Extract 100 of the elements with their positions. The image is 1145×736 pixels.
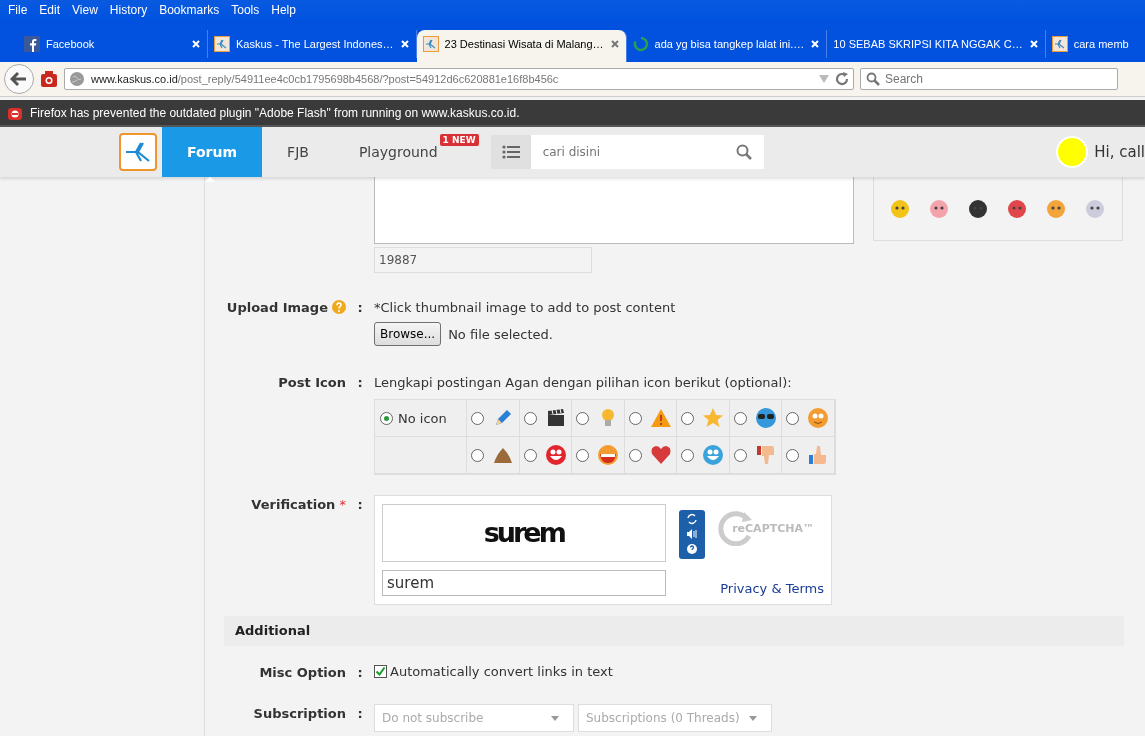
radio-button[interactable] bbox=[576, 411, 589, 425]
help-icon bbox=[332, 300, 346, 314]
avatar bbox=[1056, 136, 1089, 168]
back-button[interactable] bbox=[4, 64, 34, 94]
pointer-arrow bbox=[205, 177, 215, 182]
warning-icon bbox=[649, 407, 672, 429]
list-icon bbox=[501, 145, 520, 159]
menu-item[interactable]: History bbox=[103, 3, 154, 17]
thumbs-up-icon bbox=[807, 444, 829, 466]
field-label: Subscription bbox=[253, 706, 346, 721]
caret-icon bbox=[551, 715, 559, 721]
smiley-icon bbox=[702, 444, 724, 466]
hint-text: *Click thumbnail image to add to post content bbox=[374, 299, 677, 317]
heart-icon bbox=[649, 444, 672, 466]
radio-button[interactable] bbox=[786, 448, 799, 462]
radio-button[interactable] bbox=[733, 411, 747, 425]
colon: : bbox=[356, 299, 364, 317]
list-menu-button[interactable] bbox=[490, 135, 531, 169]
search-icon bbox=[866, 72, 880, 86]
emoji-face-icon bbox=[889, 197, 911, 220]
menu-item[interactable]: Tools bbox=[225, 3, 266, 17]
radio-button[interactable] bbox=[471, 411, 484, 425]
radio-button[interactable] bbox=[628, 448, 642, 462]
plugin-blocked-icon bbox=[8, 105, 22, 120]
menu-item[interactable]: Bookmarks bbox=[153, 3, 226, 17]
radio-button[interactable] bbox=[681, 411, 694, 425]
user-greeting[interactable]: Hi, call bbox=[1094, 143, 1145, 161]
facebook-f-icon bbox=[24, 36, 40, 52]
section-header: Additional bbox=[224, 616, 1124, 646]
emoji-face-icon bbox=[1045, 197, 1067, 220]
radio-button[interactable] bbox=[576, 448, 589, 462]
captcha-field[interactable]: surem bbox=[382, 569, 666, 596]
menu-item[interactable]: Help bbox=[265, 3, 302, 17]
checkbox-label: Automatically convert links in text bbox=[390, 664, 613, 679]
star-icon bbox=[702, 407, 724, 429]
hint-text: Lengkapi postingan Agan dengan pilihan icon berikut (optional): bbox=[374, 374, 793, 392]
emoji-face-icon bbox=[1084, 197, 1106, 220]
character-counter: 19887 bbox=[374, 247, 592, 273]
search-icon bbox=[735, 144, 752, 160]
radio-button[interactable] bbox=[523, 411, 537, 425]
browser-tab[interactable]: Kaskus - The Largest Indones… bbox=[208, 30, 417, 58]
browser-tab[interactable]: Facebook bbox=[18, 30, 208, 58]
thumbs-down-icon bbox=[754, 444, 777, 466]
search-field[interactable]: cari disini bbox=[530, 135, 764, 169]
colon: : bbox=[356, 705, 364, 723]
option-label: No icon bbox=[398, 410, 447, 426]
field-label: Verification * bbox=[251, 497, 346, 512]
field-label: Post Icon bbox=[278, 375, 346, 390]
menu-item[interactable]: View bbox=[66, 3, 104, 17]
search-field[interactable]: Search bbox=[860, 68, 1118, 90]
radio-button[interactable] bbox=[786, 411, 799, 425]
smiley-icon bbox=[807, 407, 829, 429]
back-arrow-icon bbox=[10, 71, 28, 87]
nav-tab[interactable]: FJB bbox=[262, 127, 334, 177]
radio-button[interactable] bbox=[471, 448, 484, 462]
colon: : bbox=[356, 664, 364, 680]
browser-tab[interactable]: ada yg bisa tangkep lalat ini.… bbox=[626, 30, 828, 58]
radio-button[interactable] bbox=[523, 448, 537, 462]
field-label: Misc Option bbox=[259, 665, 346, 680]
dropdown-arrow-icon bbox=[819, 75, 829, 83]
address-bar[interactable]: www.kaskus.co.id/post_reply/54911ee4c0cb1795698b4568/?post=54912d6c620881e16f8b456c bbox=[64, 68, 854, 90]
browser-tab[interactable]: 23 Destinasi Wisata di Malang… bbox=[416, 30, 627, 62]
file-status: No file selected. bbox=[448, 326, 553, 342]
browser-tab[interactable]: cara memb bbox=[1045, 30, 1145, 58]
radio-button[interactable] bbox=[380, 411, 393, 425]
laughing-face-icon bbox=[597, 444, 619, 466]
emoji-face-icon bbox=[967, 197, 989, 220]
captcha-image: surem bbox=[382, 504, 666, 562]
new-badge: 1 NEW bbox=[439, 134, 479, 146]
colon: : bbox=[356, 374, 364, 392]
nav-tab[interactable]: Playground bbox=[333, 127, 440, 177]
checkbox[interactable] bbox=[374, 665, 387, 678]
k-logo-icon bbox=[119, 133, 157, 171]
menu-item[interactable]: Edit bbox=[33, 3, 67, 17]
browse-button[interactable]: Browse... bbox=[374, 322, 442, 346]
k-logo-icon bbox=[422, 36, 439, 52]
captcha-logo-text: reCAPTCHA™ bbox=[732, 521, 814, 535]
radio-button[interactable] bbox=[733, 448, 747, 462]
privacy-terms-link[interactable]: Privacy & Terms bbox=[720, 581, 824, 596]
radio-button[interactable] bbox=[681, 448, 694, 462]
close-icon[interactable] bbox=[609, 39, 620, 49]
emoji-face-icon bbox=[1006, 197, 1028, 220]
k-logo-icon bbox=[1051, 36, 1068, 52]
grinning-face-icon bbox=[544, 444, 567, 466]
field-label: Upload Image bbox=[226, 300, 328, 315]
refresh-icon bbox=[684, 511, 699, 526]
sunglasses-face-icon bbox=[754, 407, 777, 429]
reload-icon bbox=[835, 72, 849, 86]
url-text: www.kaskus.co.id/post_reply/54911ee4c0cb1795698b4568/?post=54912d6c620881e16f8b456c bbox=[91, 73, 560, 85]
browser-tab[interactable]: 10 SEBAB SKRIPSI KITA NGGAK C… bbox=[827, 30, 1046, 58]
colon: : bbox=[356, 496, 364, 514]
globe-icon bbox=[69, 71, 85, 87]
help-icon bbox=[684, 541, 699, 556]
radio-button[interactable] bbox=[628, 411, 642, 425]
caret-icon bbox=[749, 715, 757, 721]
emoji-face-icon bbox=[928, 197, 950, 220]
notification-text: Firefox has prevented the outdated plugin "Adobe Flash" from running on www.kaskus.co.id. bbox=[30, 105, 520, 120]
camera-icon bbox=[40, 70, 58, 88]
k-logo-icon bbox=[214, 36, 230, 52]
menu-item[interactable]: File bbox=[2, 3, 34, 17]
